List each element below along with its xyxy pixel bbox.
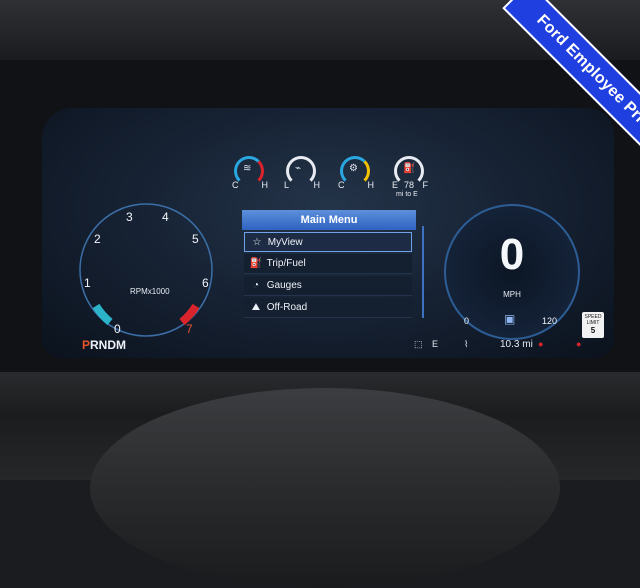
gear-options: RNDM bbox=[90, 338, 127, 352]
tach-number-6: 6 bbox=[202, 276, 209, 290]
coolant-temp-icon: ≋ bbox=[243, 163, 252, 174]
menu-item-gauges[interactable]: ◔ Gauges bbox=[244, 276, 412, 296]
promo-banner-ribbon: Ford Employee Pricing bbox=[502, 0, 640, 180]
main-menu-title: Main Menu bbox=[242, 210, 416, 230]
speed-unit: MPH bbox=[503, 290, 521, 299]
traction-control-icon: ⌇ bbox=[464, 339, 469, 349]
speedometer: 0 MPH 0 120 ▣ bbox=[432, 192, 594, 354]
tachometer-dial bbox=[79, 203, 213, 337]
tach-number-5: 5 bbox=[192, 232, 199, 246]
coolant-low-label: C bbox=[232, 180, 239, 190]
menu-item-myview[interactable]: ☆ MyView bbox=[244, 232, 412, 252]
transmission-temp-gauge: ⚙ C H bbox=[336, 154, 376, 198]
oil-low-label: L bbox=[284, 180, 290, 190]
gauge-icon: ◔ bbox=[252, 280, 260, 291]
lane-assist-icon: ⬚ bbox=[414, 339, 423, 349]
oil-pressure-gauge: ⌁ L H bbox=[282, 154, 322, 198]
main-menu: Main Menu ☆ MyView ⛽ Trip/Fuel ◔ Gauges … bbox=[242, 210, 416, 318]
gear-indicator: PRNDM bbox=[82, 338, 126, 352]
trans-low-label: C bbox=[338, 180, 345, 190]
promo-banner: Ford Employee Pricing bbox=[460, 0, 640, 180]
tach-number-2: 2 bbox=[94, 232, 101, 246]
speed-max-label: 120 bbox=[542, 316, 558, 326]
oil-pressure-icon: ⌁ bbox=[295, 163, 302, 174]
menu-item-label: Off-Road bbox=[266, 302, 308, 313]
auxiliary-gauges: ≋ C H ⌁ L H ⚙ C H ⛽ E F 78 mi to E bbox=[230, 154, 440, 200]
status-bar: PRNDM ⬚ E ⌇ 10.3 mi ● ● bbox=[42, 334, 614, 356]
menu-scrollbar[interactable] bbox=[422, 226, 424, 318]
trip-odometer: 10.3 mi bbox=[500, 339, 533, 350]
tachometer: 0 1 2 3 4 5 6 7 RPMx1000 bbox=[70, 194, 222, 346]
promo-banner-text: Ford Employee Pricing bbox=[533, 11, 640, 150]
tach-number-1: 1 bbox=[84, 276, 91, 290]
star-icon: ☆ bbox=[252, 237, 262, 248]
menu-item-label: Trip/Fuel bbox=[266, 258, 306, 269]
speed-min-label: 0 bbox=[464, 316, 470, 326]
fuel-pump-icon: ⛽ bbox=[249, 258, 263, 269]
seatbelt-warning-icon: ● bbox=[576, 339, 582, 349]
menu-item-off-road[interactable]: ⛰ Off-Road bbox=[244, 298, 412, 318]
oil-high-label: H bbox=[313, 180, 321, 190]
gear-selected: P bbox=[82, 338, 91, 352]
fuel-full-label: F bbox=[422, 180, 429, 190]
menu-item-trip-fuel[interactable]: ⛽ Trip/Fuel bbox=[244, 254, 412, 274]
steering-wheel bbox=[90, 388, 560, 588]
menu-item-label: MyView bbox=[267, 237, 303, 248]
fuel-range-unit: mi to E bbox=[396, 191, 418, 198]
fuel-gauge: ⛽ E F 78 mi to E bbox=[390, 154, 430, 198]
speed-value: 0 bbox=[499, 230, 525, 279]
tach-number-4: 4 bbox=[162, 210, 169, 224]
coolant-temp-gauge: ≋ C H bbox=[230, 154, 270, 198]
vehicle-icon: ▣ bbox=[504, 312, 516, 326]
coolant-high-label: H bbox=[261, 180, 269, 190]
menu-item-label: Gauges bbox=[266, 280, 302, 291]
off-road-icon: ⛰ bbox=[251, 302, 261, 313]
fuel-pump-icon: ⛽ bbox=[403, 163, 416, 174]
fuel-empty-label: E bbox=[392, 180, 399, 190]
compass-heading: E bbox=[432, 339, 439, 349]
transmission-temp-icon: ⚙ bbox=[349, 163, 358, 174]
trans-high-label: H bbox=[367, 180, 375, 190]
tach-unit-label: RPMx1000 bbox=[130, 287, 170, 296]
parking-brake-icon: ● bbox=[538, 339, 544, 349]
tach-number-3: 3 bbox=[126, 210, 133, 224]
fuel-range-value: 78 bbox=[404, 180, 415, 190]
